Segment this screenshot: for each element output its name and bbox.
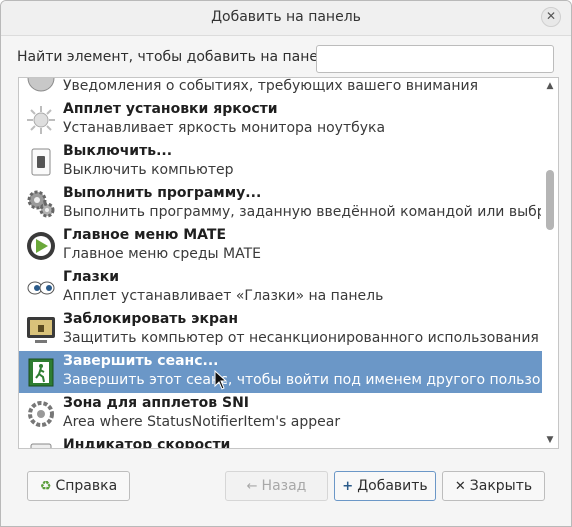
item-name: Индикатор скорости [63,437,231,449]
brightness-icon [25,104,57,136]
power-switch-icon [25,146,57,178]
item-name: Выключить... [63,143,173,159]
title-bar: Добавить на панель ✕ [1,1,571,36]
applet-list[interactable]: Уведомления о событиях, требующих вашего… [18,77,559,449]
item-description: Уведомления о событиях, требующих вашего… [63,78,479,94]
logout-icon [25,356,57,388]
item-description: Выключить компьютер [63,162,234,178]
plus-icon: + [342,479,354,494]
list-item[interactable]: Апплет установки яркости Устанавливает я… [19,99,542,141]
speed-indicator-icon [25,440,57,448]
search-row: Найти элемент, чтобы добавить на панель: [17,45,557,73]
item-description: Устанавливает яркость монитора ноутбука [63,120,386,136]
list-item-selected[interactable]: Завершить сеанс... Завершить этот сеанс,… [19,351,542,393]
help-button-label: Справка [55,478,118,494]
item-name: Апплет установки яркости [63,101,278,117]
close-button-label: Закрыть [469,478,533,494]
item-description: Главное меню среды MATE [63,246,262,262]
list-item[interactable]: Выполнить программу... Выполнить програм… [19,183,542,225]
notification-icon [25,78,57,94]
item-name: Зона для апплетов SNI [63,395,249,411]
list-item[interactable]: Зона для апплетов SNI Area where StatusN… [19,393,542,435]
help-button[interactable]: ♻ Справка [27,471,130,501]
scroll-up-arrow-icon[interactable]: ▲ [542,78,558,94]
list-scrollbar[interactable]: ▲ ▼ [542,78,558,448]
item-description: Выполнить программу, заданную введённой … [63,204,541,220]
list-item[interactable]: Заблокировать экран Защитить компьютер о… [19,309,542,351]
window-title: Добавить на панель [211,9,361,25]
lock-screen-icon [25,314,57,346]
back-button[interactable]: ← Назад [225,471,328,501]
item-name: Главное меню MATE [63,227,227,243]
add-button-label: Добавить [357,478,428,494]
mate-menu-icon [25,230,57,262]
help-icon: ♻ [39,479,52,494]
list-item[interactable]: Главное меню MATE Главное меню среды MAT… [19,225,542,267]
list-item[interactable]: Выключить... Выключить компьютер [19,141,542,183]
search-input[interactable] [316,45,554,73]
item-name: Глазки [63,269,120,285]
add-to-panel-dialog: Добавить на панель ✕ Найти элемент, чтоб… [0,0,572,527]
scroll-down-arrow-icon[interactable]: ▼ [542,432,558,448]
eyes-icon [25,272,57,304]
close-button[interactable]: ✕ Закрыть [442,471,545,501]
arrow-left-icon: ← [246,479,258,494]
item-description: Завершить этот сеанс, чтобы войти под им… [63,372,541,388]
window-close-button[interactable]: ✕ [541,7,561,27]
back-button-label: Назад [261,478,307,494]
search-label: Найти элемент, чтобы добавить на панель: [17,49,340,65]
item-description: Защитить компьютер от несанкционированно… [63,330,539,346]
item-description: Area where StatusNotifierItem's appear [63,414,341,430]
list-item[interactable]: Уведомления о событиях, требующих вашего… [19,78,542,99]
item-description: Апплет устанавливает «Глазки» на панель [63,288,384,304]
scroll-thumb[interactable] [546,170,554,230]
close-icon: ✕ [454,479,466,494]
item-name: Заблокировать экран [63,311,239,327]
mouse-cursor-icon [214,370,228,390]
sni-icon [25,398,57,430]
item-name: Завершить сеанс... [63,353,219,369]
list-item[interactable]: Глазки Апплет устанавливает «Глазки» на … [19,267,542,309]
item-name: Выполнить программу... [63,185,262,201]
gears-icon [25,188,57,220]
list-item[interactable]: Индикатор скорости [19,435,542,449]
add-button[interactable]: + Добавить [334,471,436,501]
